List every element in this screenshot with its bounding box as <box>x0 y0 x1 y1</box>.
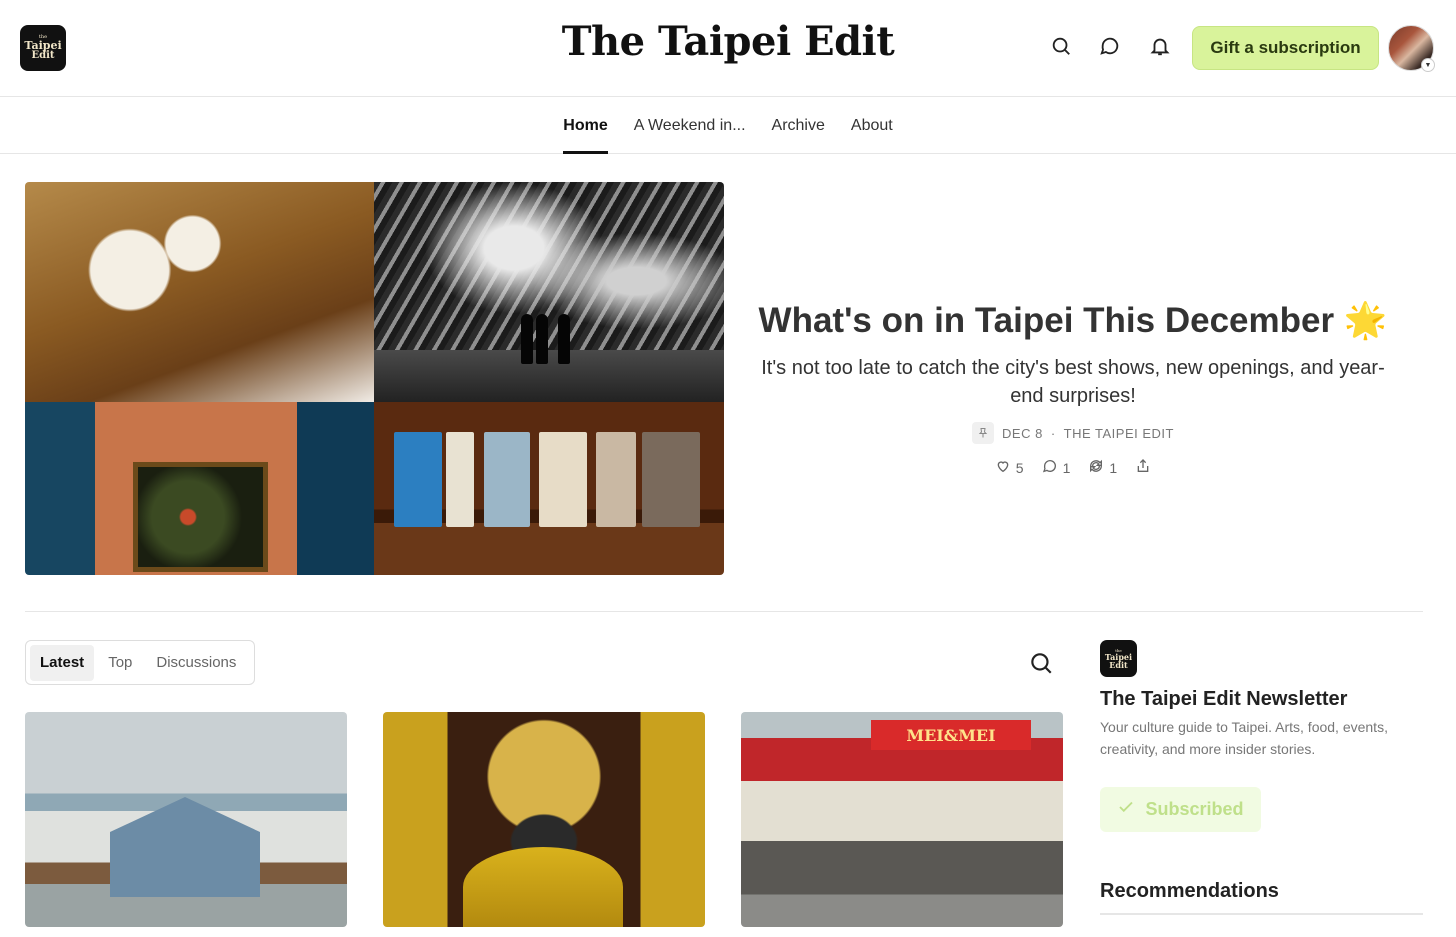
share-icon <box>1135 458 1151 477</box>
chat-icon[interactable] <box>1096 32 1124 60</box>
nav-item-about[interactable]: About <box>838 98 906 154</box>
heart-icon <box>995 458 1011 477</box>
nav-item-archive[interactable]: Archive <box>759 98 838 154</box>
post-card-image[interactable] <box>25 712 347 927</box>
restack-icon <box>1088 458 1104 477</box>
section-divider <box>25 611 1423 612</box>
painting-frame <box>133 462 268 572</box>
nav-item-home[interactable]: Home <box>550 98 620 154</box>
subscribed-label: Subscribed <box>1145 799 1244 819</box>
search-icon[interactable] <box>1047 32 1075 60</box>
post-actions: 5 1 1 <box>745 458 1401 477</box>
bell-icon[interactable] <box>1146 32 1174 60</box>
main-nav: Home A Weekend in... Archive About <box>0 98 1456 154</box>
post-card-image[interactable] <box>383 712 705 927</box>
featured-post-title[interactable]: What's on in Taipei This December 🌟 <box>745 300 1401 342</box>
nav-item-weekend[interactable]: A Weekend in... <box>621 98 759 154</box>
top-header: the Taipei Edit The Taipei Edit Gift a s… <box>0 0 1456 97</box>
chevron-down-icon[interactable]: ▼ <box>1421 58 1435 72</box>
like-button[interactable]: 5 <box>995 458 1024 477</box>
featured-post-meta: DEC 8 · THE TAIPEI EDIT <box>745 422 1401 444</box>
silhouette <box>558 314 570 364</box>
featured-post-subtitle: It's not too late to catch the city's be… <box>761 357 1385 407</box>
hero-image[interactable] <box>25 182 724 575</box>
book <box>642 432 700 527</box>
newsletter-title[interactable]: The Taipei Edit Newsletter <box>1100 688 1347 711</box>
book <box>394 432 442 527</box>
book <box>446 432 474 527</box>
tab-discussions[interactable]: Discussions <box>146 645 246 681</box>
post-date: DEC 8 <box>1002 425 1043 441</box>
silhouette <box>536 314 548 364</box>
comment-button[interactable]: 1 <box>1042 458 1071 477</box>
tab-top[interactable]: Top <box>98 645 142 681</box>
tab-latest[interactable]: Latest <box>30 644 95 681</box>
share-button[interactable] <box>1135 458 1151 477</box>
shop-sign: MEI&MEI <box>871 720 1031 750</box>
featured-post[interactable]: What's on in Taipei This December 🌟 It's… <box>745 300 1401 477</box>
silhouette <box>521 314 533 364</box>
comment-count: 1 <box>1062 459 1071 476</box>
recommendations-title: Recommendations <box>1100 880 1279 902</box>
star-emoji: 🌟 <box>1343 301 1388 340</box>
like-count: 5 <box>1015 459 1024 476</box>
featured-title-text: What's on in Taipei This December <box>758 301 1335 340</box>
statue-robe <box>463 847 623 927</box>
book <box>539 432 587 527</box>
recommendations-divider <box>1100 913 1423 915</box>
hero-image-tea <box>25 182 374 402</box>
meta-separator: · <box>1050 425 1056 441</box>
feed-tabs: Latest Top Discussions <box>25 640 255 685</box>
comment-icon <box>1042 458 1058 477</box>
logo-text-edit: Edit <box>1109 659 1128 670</box>
book <box>596 432 636 527</box>
hero-image-painting <box>25 402 374 575</box>
newsletter-description: Your culture guide to Taipei. Arts, food… <box>1100 719 1388 758</box>
gift-subscription-button[interactable]: Gift a subscription <box>1192 26 1379 70</box>
restack-count: 1 <box>1109 459 1118 476</box>
post-card-image[interactable]: MEI&MEI <box>741 712 1063 927</box>
pin-icon <box>972 422 995 444</box>
check-icon <box>1117 798 1135 821</box>
subscribed-button[interactable]: Subscribed <box>1100 787 1261 832</box>
post-author[interactable]: THE TAIPEI EDIT <box>1064 426 1174 441</box>
book <box>484 432 530 527</box>
art-floor <box>374 350 724 402</box>
search-icon[interactable] <box>1028 650 1054 676</box>
hero-image-art-installation <box>374 182 724 402</box>
restack-button[interactable]: 1 <box>1088 458 1117 477</box>
building-illustration <box>110 797 260 897</box>
hero-image-books <box>374 402 724 575</box>
newsletter-logo[interactable]: the Taipei Edit <box>1100 640 1137 677</box>
